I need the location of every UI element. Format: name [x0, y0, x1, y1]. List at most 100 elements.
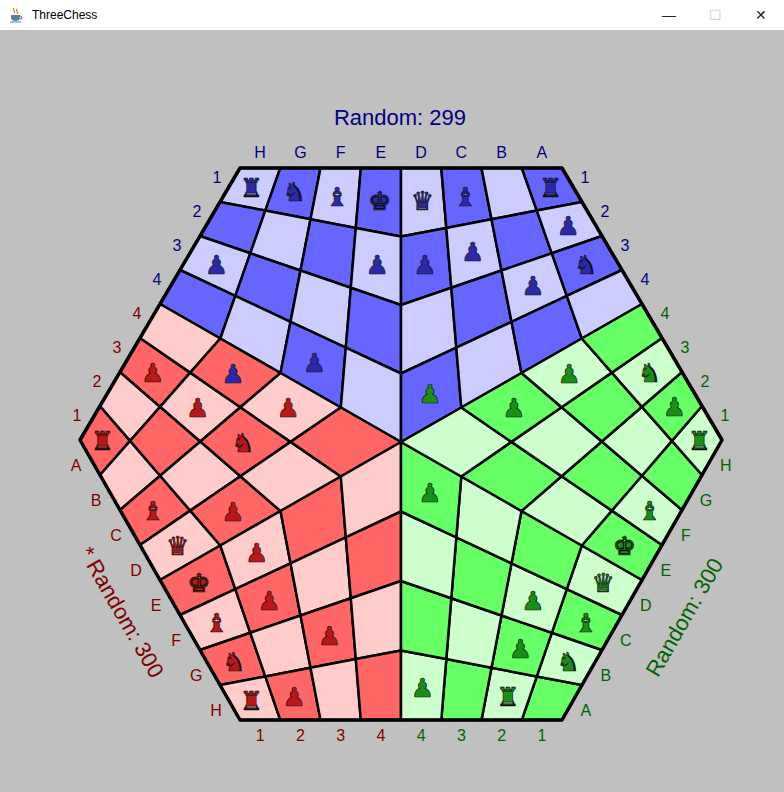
chess-piece[interactable]: ♚ — [368, 186, 391, 216]
rank-label: 4 — [133, 305, 142, 322]
rank-label: 2 — [93, 373, 102, 390]
chess-piece[interactable]: ♝ — [638, 496, 661, 526]
chess-piece[interactable]: ♟ — [318, 621, 341, 651]
chess-piece[interactable]: ♟ — [663, 392, 686, 422]
file-label: D — [415, 144, 427, 161]
chess-piece[interactable]: ♟ — [205, 250, 228, 280]
file-label: F — [681, 527, 691, 544]
chess-piece[interactable]: ♝ — [574, 608, 597, 638]
chess-piece[interactable]: ♟ — [411, 673, 434, 703]
rank-label: 3 — [173, 237, 182, 254]
chess-piece[interactable]: ♟ — [365, 250, 388, 280]
rank-label: 3 — [620, 237, 629, 254]
chess-piece[interactable]: ♞ — [556, 647, 579, 677]
file-label: E — [661, 562, 672, 579]
chess-piece[interactable]: ♟ — [245, 538, 268, 568]
chess-piece[interactable]: ♟ — [221, 497, 244, 527]
chess-piece[interactable]: ♟ — [221, 359, 244, 389]
chess-piece[interactable]: ♟ — [418, 478, 441, 508]
chess-piece[interactable]: ♜ — [240, 173, 263, 203]
chess-piece[interactable]: ♟ — [418, 379, 441, 409]
file-label: C — [620, 632, 632, 649]
rank-label: 2 — [497, 727, 506, 744]
file-label: H — [210, 702, 222, 719]
rank-label: 4 — [640, 271, 649, 288]
rank-label: 4 — [376, 727, 385, 744]
chess-piece[interactable]: ♜ — [240, 686, 263, 716]
file-label: E — [151, 597, 162, 614]
chess-piece[interactable]: ♟ — [521, 271, 544, 301]
chess-piece[interactable]: ♟ — [257, 586, 280, 616]
board-square[interactable] — [301, 598, 356, 668]
rank-label: 2 — [600, 203, 609, 220]
file-label: C — [110, 527, 122, 544]
chess-piece[interactable]: ♞ — [222, 647, 245, 677]
file-label: G — [190, 667, 202, 684]
chess-piece[interactable]: ♝ — [453, 182, 476, 212]
chess-piece[interactable]: ♚ — [613, 531, 636, 561]
window-control-button[interactable]: ✕ — [738, 0, 784, 30]
chess-piece[interactable]: ♟ — [502, 393, 525, 423]
chess-piece[interactable]: ♟ — [509, 634, 532, 664]
player-status: Random: 300 — [640, 554, 728, 681]
file-label: A — [581, 702, 592, 719]
chess-board: HGFE1234DCBA1234♜♞♝♚♛♝♜♟♞♟♟♟♟♟♟♟Random: … — [0, 30, 784, 792]
board-square[interactable] — [356, 168, 401, 237]
file-label: C — [456, 144, 468, 161]
window-control-button: ☐ — [692, 0, 738, 30]
file-label: E — [376, 144, 387, 161]
board-outline — [80, 168, 722, 720]
rank-label: 3 — [336, 727, 345, 744]
file-label: G — [700, 492, 712, 509]
board-square[interactable] — [401, 651, 446, 721]
board-square[interactable] — [311, 659, 361, 720]
chess-piece[interactable]: ♞ — [638, 358, 661, 388]
chess-piece[interactable]: ♞ — [574, 250, 597, 280]
chess-piece[interactable]: ♚ — [187, 568, 210, 598]
chess-piece[interactable]: ♟ — [556, 211, 579, 241]
file-label: B — [601, 667, 612, 684]
file-label: F — [336, 144, 346, 161]
chess-piece[interactable]: ♛ — [591, 568, 614, 598]
app-window: ThreeChess—☐✕HGFE1234DCBA1234♜♞♝♚♛♝♜♟♞♟♟… — [0, 0, 784, 792]
player-board: HGFE1234DCBA1234♜♞♝♚♛♝♜♟♞♟♟♟♟♟♟♟Random: … — [153, 105, 650, 443]
chess-piece[interactable]: ♞ — [231, 428, 254, 458]
chess-piece[interactable]: ♝ — [205, 608, 228, 638]
chess-piece[interactable]: ♟ — [413, 250, 436, 280]
chess-piece[interactable]: ♜ — [496, 682, 519, 712]
rank-label: 2 — [700, 373, 709, 390]
chess-piece[interactable]: ♟ — [521, 586, 544, 616]
window-control-button[interactable]: — — [646, 0, 692, 30]
file-label: A — [71, 457, 82, 474]
player-status: Random: 299 — [334, 105, 466, 130]
chess-piece[interactable]: ♟ — [186, 393, 209, 423]
rank-label: 4 — [660, 305, 669, 322]
java-cup-icon — [8, 7, 24, 23]
chess-piece[interactable]: ♜ — [539, 173, 562, 203]
board-square[interactable] — [351, 581, 401, 659]
file-label: H — [720, 457, 732, 474]
chess-piece[interactable]: ♛ — [166, 531, 189, 561]
chess-piece[interactable]: ♛ — [411, 186, 434, 216]
board-square[interactable] — [441, 659, 491, 720]
board-square[interactable] — [356, 651, 401, 721]
chess-piece[interactable]: ♟ — [461, 237, 484, 267]
file-label: F — [171, 632, 181, 649]
chess-piece[interactable]: ♟ — [303, 348, 326, 378]
file-label: G — [294, 144, 306, 161]
chess-piece[interactable]: ♞ — [282, 177, 305, 207]
rank-label: 4 — [153, 271, 162, 288]
board-square[interactable] — [311, 168, 361, 228]
chess-piece[interactable]: ♟ — [282, 682, 305, 712]
chess-piece[interactable]: ♝ — [141, 496, 164, 526]
chess-piece[interactable]: ♜ — [688, 426, 711, 456]
file-label: D — [640, 597, 652, 614]
chess-piece[interactable]: ♜ — [91, 426, 114, 456]
chess-piece[interactable]: ♟ — [141, 358, 164, 388]
chess-piece[interactable]: ♝ — [325, 182, 348, 212]
chess-piece[interactable]: ♟ — [558, 359, 581, 389]
rank-label: 3 — [457, 727, 466, 744]
board-square[interactable] — [401, 168, 446, 237]
file-label: D — [130, 562, 142, 579]
chess-piece[interactable]: ♟ — [276, 393, 299, 423]
